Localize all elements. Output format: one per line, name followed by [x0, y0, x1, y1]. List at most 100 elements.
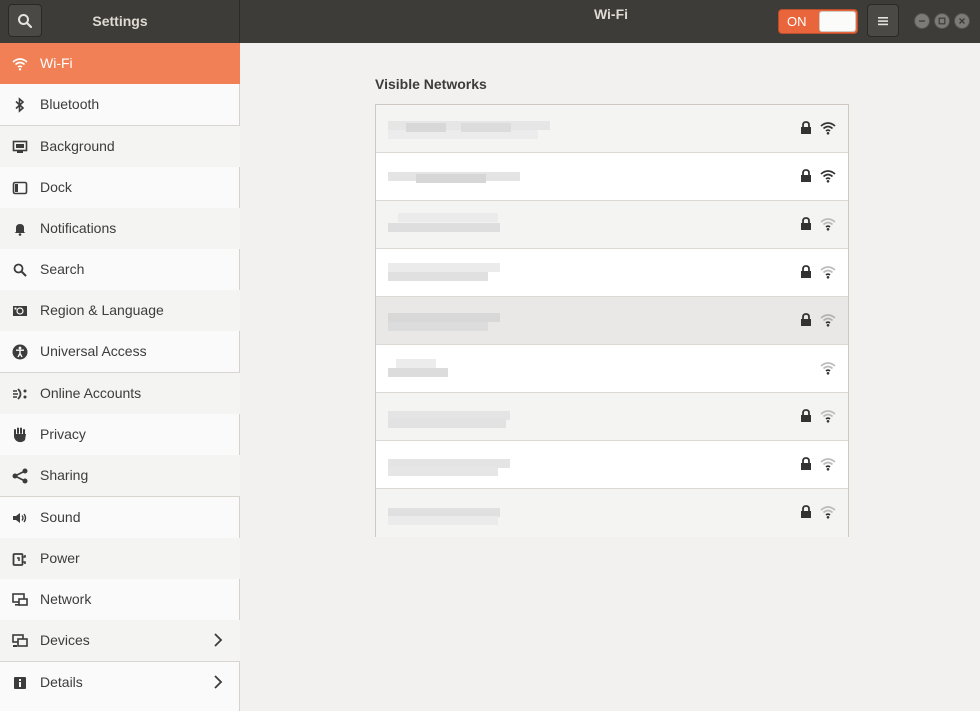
sidebar-item-label: Power [40, 550, 80, 566]
sidebar-item-sharing[interactable]: Sharing [0, 455, 240, 496]
share-icon [11, 467, 28, 484]
switch-knob [819, 11, 856, 32]
network-row[interactable] [376, 153, 848, 201]
network-row[interactable] [376, 345, 848, 393]
network-name-obscured [376, 249, 551, 297]
wifi-signal-weak-icon [820, 314, 836, 327]
sidebar-item-details[interactable]: Details [0, 662, 240, 703]
network-row[interactable] [376, 489, 848, 537]
bell-icon [11, 220, 28, 237]
sidebar-item-search[interactable]: Search [0, 249, 240, 290]
bluetooth-icon [11, 96, 28, 113]
header-left: Settings [0, 0, 240, 43]
sidebar-item-label: Universal Access [40, 343, 147, 359]
wifi-signal-weak-icon [820, 218, 836, 231]
background-icon [11, 138, 28, 155]
sidebar-item-online-accounts[interactable]: Online Accounts [0, 373, 240, 414]
network-row[interactable] [376, 441, 848, 489]
sidebar-item-label: Sharing [40, 467, 89, 483]
devices-icon [11, 632, 28, 649]
sidebar-item-region-language[interactable]: Region & Language [0, 290, 240, 331]
network-row[interactable] [376, 249, 848, 297]
sidebar-item-network[interactable]: Network [0, 579, 240, 620]
wifi-signal-weak-icon [820, 506, 836, 519]
network-name-obscured [376, 489, 551, 537]
close-icon [959, 18, 965, 24]
maximize-button[interactable] [934, 13, 950, 29]
wifi-icon [11, 55, 28, 72]
switch-on-label: ON [787, 14, 807, 29]
network-name-obscured [376, 153, 551, 201]
power-icon [11, 550, 28, 567]
search-icon [11, 261, 28, 278]
chevron-right-icon [214, 675, 223, 689]
sidebar-item-devices[interactable]: Devices [0, 620, 240, 661]
sidebar-item-label: Dock [40, 179, 72, 195]
sidebar-item-label: Search [40, 261, 85, 277]
sidebar-item-label: Privacy [40, 426, 86, 442]
lock-icon [801, 265, 811, 278]
sidebar-item-label: Details [40, 674, 83, 690]
chevron-right-icon [214, 633, 223, 647]
sidebar: Wi-Fi Bluetooth Background Dock Notifica… [0, 43, 240, 711]
dock-icon [11, 179, 28, 196]
wifi-signal-weak-icon [820, 266, 836, 279]
wifi-signal-strong-icon [820, 122, 836, 135]
network-name-obscured [376, 297, 551, 345]
wifi-signal-weak-icon [820, 458, 836, 471]
sidebar-item-label: Network [40, 591, 92, 607]
wifi-signal-strong-icon [820, 170, 836, 183]
wifi-toggle-switch[interactable]: ON [778, 9, 858, 34]
sidebar-item-label: Region & Language [40, 302, 164, 318]
network-list [375, 104, 849, 537]
lock-icon [801, 121, 811, 134]
close-button[interactable] [954, 13, 970, 29]
sidebar-item-sound[interactable]: Sound [0, 497, 240, 538]
minimize-button[interactable] [914, 13, 930, 29]
sidebar-item-universal-access[interactable]: Universal Access [0, 331, 240, 372]
network-row[interactable] [376, 393, 848, 441]
lock-icon [801, 313, 811, 326]
network-row[interactable] [376, 105, 848, 153]
wifi-signal-weak-icon [820, 362, 836, 375]
maximize-icon [938, 17, 946, 25]
network-name-obscured [376, 345, 551, 393]
sidebar-item-label: Wi-Fi [40, 55, 73, 71]
sidebar-item-label: Background [40, 138, 115, 154]
sidebar-item-privacy[interactable]: Privacy [0, 414, 240, 455]
sidebar-item-notifications[interactable]: Notifications [0, 208, 240, 249]
lock-icon [801, 169, 811, 182]
wifi-signal-weak-icon [820, 410, 836, 423]
region-icon [11, 302, 28, 319]
accessibility-icon [11, 343, 28, 360]
hamburger-icon [878, 16, 888, 25]
sidebar-item-power[interactable]: Power [0, 538, 240, 579]
lock-icon [801, 217, 811, 230]
sidebar-item-background[interactable]: Background [0, 126, 240, 167]
sidebar-item-label: Sound [40, 509, 81, 525]
lock-icon [801, 409, 811, 422]
network-icon [11, 591, 28, 608]
hand-icon [11, 426, 28, 443]
online-accounts-icon [11, 385, 28, 402]
sidebar-item-bluetooth[interactable]: Bluetooth [0, 84, 240, 125]
network-row-selected[interactable] [376, 297, 848, 345]
info-icon [11, 674, 28, 691]
sidebar-item-wifi[interactable]: Wi-Fi [0, 43, 240, 84]
network-name-obscured [376, 105, 551, 153]
sidebar-item-label: Devices [40, 632, 90, 648]
lock-icon [801, 457, 811, 470]
section-title: Visible Networks [375, 76, 487, 92]
menu-button[interactable] [867, 4, 899, 37]
sidebar-item-label: Bluetooth [40, 96, 100, 112]
minimize-icon [919, 20, 925, 22]
sidebar-item-label: Online Accounts [40, 385, 142, 401]
network-name-obscured [376, 441, 551, 489]
sidebar-item-dock[interactable]: Dock [0, 167, 240, 208]
lock-icon [801, 505, 811, 518]
speaker-icon [11, 509, 28, 526]
network-name-obscured [376, 201, 551, 249]
network-row[interactable] [376, 201, 848, 249]
header-bar: Settings Wi-Fi ON [0, 0, 980, 43]
sidebar-item-label: Notifications [40, 220, 117, 236]
